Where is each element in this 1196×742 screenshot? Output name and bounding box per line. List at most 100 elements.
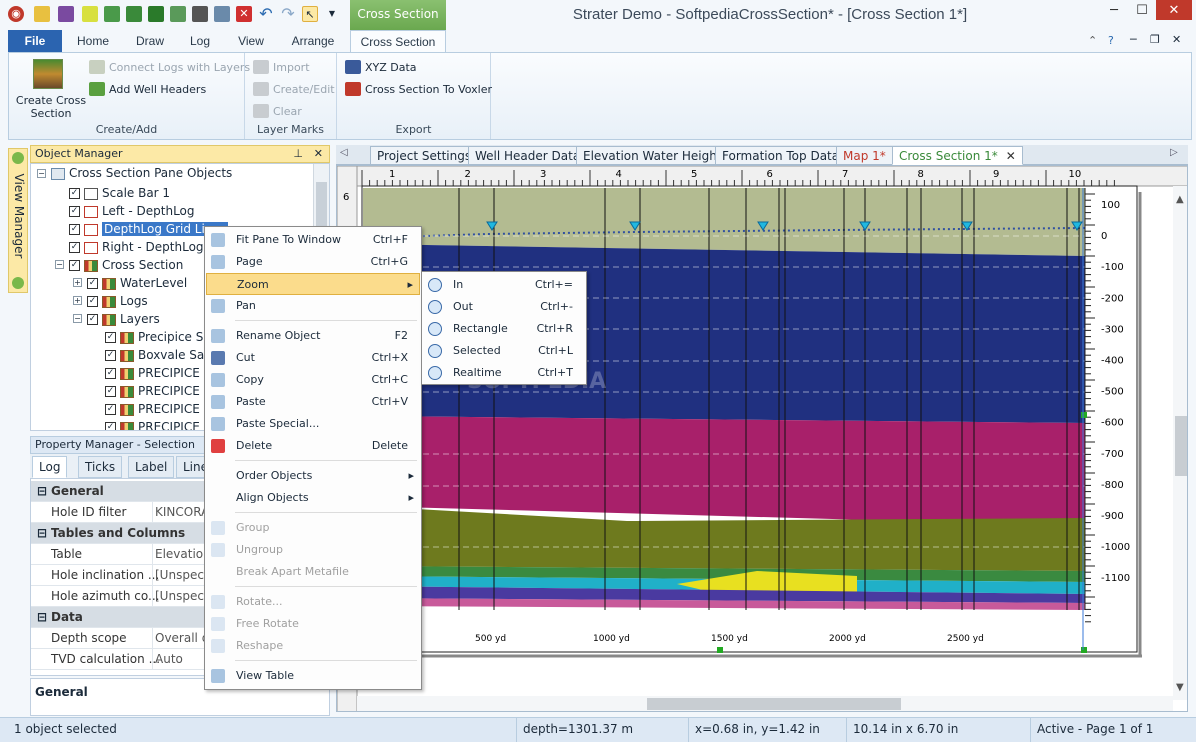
tool-icon-4[interactable] <box>170 6 186 22</box>
tree-node-right-depthlog[interactable]: ✓ Right - DepthLog <box>69 238 204 256</box>
new-icon[interactable] <box>82 6 98 22</box>
menu-item-ungroup[interactable]: Ungroup <box>206 539 420 561</box>
checkbox[interactable]: ✓ <box>69 206 80 217</box>
menu-item-realtime[interactable]: Realtime Ctrl+T <box>423 362 585 384</box>
pm-tab-ticks[interactable]: Ticks <box>78 456 123 478</box>
create-cross-section-icon[interactable] <box>33 59 63 89</box>
collapse-icon[interactable]: − <box>55 260 64 269</box>
menu-item-rectangle[interactable]: Rectangle Ctrl+R <box>423 318 585 340</box>
menu-item-break-apart-metafile[interactable]: Break Apart Metafile <box>206 561 420 583</box>
menu-item-paste[interactable]: Paste Ctrl+V <box>206 391 420 413</box>
create-edit-button[interactable]: Create/Edit <box>253 82 335 96</box>
menu-item-page[interactable]: Page Ctrl+G <box>206 251 420 273</box>
menu-item-cut[interactable]: Cut Ctrl+X <box>206 347 420 369</box>
menu-item-copy[interactable]: Copy Ctrl+C <box>206 369 420 391</box>
close-button[interactable]: ✕ <box>1156 0 1192 20</box>
menu-item-order-objects[interactable]: Order Objects ▸ <box>206 465 420 487</box>
tab-draw[interactable]: Draw <box>124 30 176 52</box>
pm-value[interactable]: Elevation <box>152 544 211 565</box>
menu-item-view-table[interactable]: View Table <box>206 665 420 687</box>
add-well-headers-button[interactable]: Add Well Headers <box>89 82 206 96</box>
close-pane-icon[interactable]: ✕ <box>314 146 323 162</box>
doc-tab-well-header[interactable]: Well Header Data <box>468 146 588 165</box>
tree-node-layers[interactable]: ✓ Layers <box>87 310 160 328</box>
tree-node-scale-bar[interactable]: ✓ Scale Bar 1 <box>69 184 170 202</box>
tool-icon-1[interactable] <box>104 6 120 22</box>
expand-icon[interactable]: + <box>73 296 82 305</box>
tab-cross-section[interactable]: Cross Section <box>350 30 446 53</box>
doc-restore-icon[interactable]: ❐ <box>1150 33 1160 46</box>
menu-item-group[interactable]: Group <box>206 517 420 539</box>
tab-home[interactable]: Home <box>66 30 120 52</box>
checkbox[interactable]: ✓ <box>105 332 116 343</box>
doc-tab-elevation[interactable]: Elevation Water Height <box>576 146 729 165</box>
open-icon[interactable] <box>34 6 50 22</box>
menu-item-pan[interactable]: Pan <box>206 295 420 317</box>
redo-icon[interactable]: ↷ <box>280 6 296 22</box>
connect-logs-button[interactable]: Connect Logs with Layers <box>89 60 250 74</box>
doc-tab-project-settings[interactable]: Project Settings <box>370 146 479 165</box>
to-voxler-button[interactable]: Cross Section To Voxler <box>345 82 492 96</box>
menu-item-rename-object[interactable]: Rename Object F2 <box>206 325 420 347</box>
tree-node-cross-section[interactable]: ✓ Cross Section <box>69 256 183 274</box>
doc-minimize-icon[interactable]: ─ <box>1130 33 1137 46</box>
doc-tab-map[interactable]: Map 1* <box>836 146 893 165</box>
select-icon[interactable]: ↖ <box>302 6 318 22</box>
menu-item-in[interactable]: In Ctrl+= <box>423 274 585 296</box>
close-doc-icon[interactable]: ✕ <box>236 6 252 22</box>
checkbox[interactable]: ✓ <box>105 350 116 361</box>
tree-node-logs[interactable]: ✓ Logs <box>87 292 148 310</box>
checkbox[interactable]: ✓ <box>87 296 98 307</box>
clear-button[interactable]: Clear <box>253 104 302 118</box>
undo-icon[interactable]: ↶ <box>258 6 274 22</box>
help-icon[interactable]: ? <box>1108 34 1114 47</box>
pm-value[interactable]: Auto <box>152 649 183 670</box>
import-button[interactable]: Import <box>253 60 310 74</box>
tab-scroll-left-icon[interactable]: ◁ <box>340 147 348 158</box>
pm-tab-label[interactable]: Label <box>128 456 175 478</box>
doc-tab-formation-top[interactable]: Formation Top Data <box>715 146 847 165</box>
tab-file[interactable]: File <box>8 30 62 52</box>
tree-node-root[interactable]: Cross Section Pane Objects <box>51 164 232 182</box>
checkbox[interactable]: ✓ <box>69 260 80 271</box>
checkbox[interactable]: ✓ <box>105 422 116 430</box>
app-icon[interactable]: ◉ <box>8 6 24 22</box>
menu-item-paste-special[interactable]: Paste Special... <box>206 413 420 435</box>
checkbox[interactable]: ✓ <box>105 404 116 415</box>
checkbox[interactable]: ✓ <box>69 188 80 199</box>
menu-item-fit-pane-to-window[interactable]: Fit Pane To Window Ctrl+F <box>206 229 420 251</box>
pm-value[interactable]: KINCORA <box>152 502 209 523</box>
cross-section-canvas[interactable]: 1 2 3 4 5 6 7 8 9 10 6 100 0 -100 -200 -300 -400 -500 -6… <box>336 165 1188 712</box>
close-tab-icon[interactable]: ✕ <box>1006 147 1016 165</box>
save-icon[interactable] <box>58 6 74 22</box>
export-icon[interactable] <box>214 6 230 22</box>
customize-icon[interactable]: ▼ <box>324 6 340 22</box>
menu-item-delete[interactable]: Delete Delete <box>206 435 420 457</box>
checkbox[interactable]: ✓ <box>69 224 80 235</box>
tab-view[interactable]: View <box>226 30 276 52</box>
view-manager-tab[interactable]: View Manager <box>8 148 28 293</box>
create-cross-section-button[interactable]: Create Cross Section <box>11 94 91 120</box>
checkbox[interactable]: ✓ <box>87 278 98 289</box>
menu-item-zoom[interactable]: Zoom ▸ <box>206 273 420 295</box>
menu-item-rotate[interactable]: Rotate... <box>206 591 420 613</box>
tool-icon-2[interactable] <box>126 6 142 22</box>
menu-item-reshape[interactable]: Reshape <box>206 635 420 657</box>
minimize-button[interactable]: ─ <box>1100 0 1128 22</box>
maximize-button[interactable]: ☐ <box>1128 0 1156 22</box>
print-icon[interactable] <box>192 6 208 22</box>
ribbon-collapse-icon[interactable]: ⌃ <box>1088 34 1097 47</box>
tree-node-waterlevel[interactable]: ✓ WaterLevel <box>87 274 187 292</box>
menu-item-selected[interactable]: Selected Ctrl+L <box>423 340 585 362</box>
checkbox[interactable]: ✓ <box>69 242 80 253</box>
checkbox[interactable]: ✓ <box>105 368 116 379</box>
tool-icon-3[interactable] <box>148 6 164 22</box>
tree-node-left-depthlog[interactable]: ✓ Left - DepthLog <box>69 202 195 220</box>
tab-log[interactable]: Log <box>180 30 220 52</box>
menu-item-free-rotate[interactable]: Free Rotate <box>206 613 420 635</box>
collapse-icon[interactable]: − <box>37 169 46 178</box>
doc-tab-cross-section[interactable]: Cross Section 1* ✕ <box>892 146 1023 165</box>
checkbox[interactable]: ✓ <box>105 386 116 397</box>
pin-icon[interactable]: ⊥ <box>293 146 303 162</box>
pm-tab-log[interactable]: Log <box>32 456 68 478</box>
